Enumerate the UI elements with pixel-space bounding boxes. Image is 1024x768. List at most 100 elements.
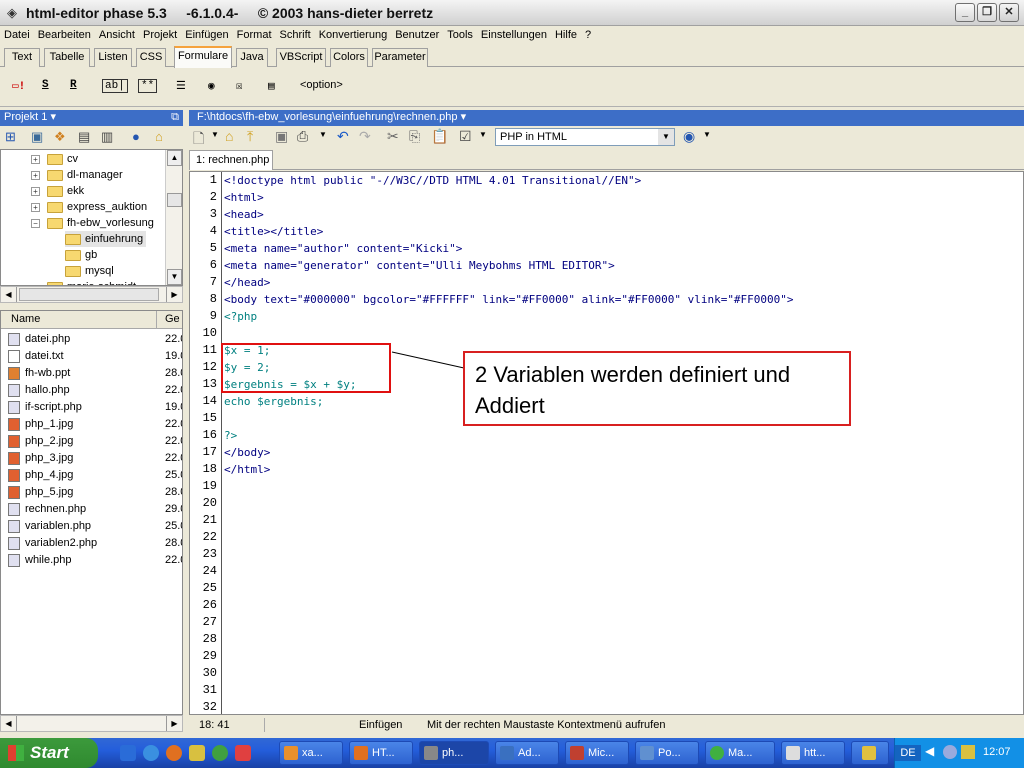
check-icon[interactable]: ☑ (459, 128, 472, 145)
tree-item-cv[interactable]: cv (47, 151, 78, 167)
tree-item-einfuehrung[interactable]: einfuehrung (65, 231, 147, 247)
syntax-mode-select[interactable]: PHP in HTML ▼ (495, 128, 675, 146)
scroll-thumb[interactable] (19, 288, 159, 301)
tree-item-mysql[interactable]: mysql (65, 263, 114, 279)
code-line[interactable]: </body> (224, 446, 270, 459)
menu-datei[interactable]: Datei (0, 26, 34, 44)
image-icon[interactable]: ▣ (31, 129, 43, 145)
tab-tabelle[interactable]: Tabelle (44, 48, 90, 67)
code-line[interactable]: <meta name="author" content="Kicki"> (224, 242, 462, 255)
menu-schrift[interactable]: Schrift (276, 26, 315, 44)
scroll-thumb[interactable] (167, 193, 182, 207)
taskbar-item-ad[interactable]: Ad... (495, 741, 559, 765)
code-line[interactable]: </head> (224, 276, 270, 289)
tree-item-gb[interactable]: gb (65, 247, 97, 263)
taskbar-item-mic[interactable]: Mic... (565, 741, 629, 765)
app-quicklaunch-icon[interactable] (235, 745, 251, 761)
tab-css[interactable]: CSS (136, 48, 166, 67)
menu-ansicht[interactable]: Ansicht (95, 26, 139, 44)
collapse-icon[interactable]: − (31, 219, 40, 228)
chevron-down-icon[interactable]: ▼ (479, 130, 487, 139)
person-icon[interactable]: ● (132, 129, 140, 144)
tree-item-marie-schmidt[interactable]: marie-schmidt (47, 279, 136, 285)
code-line[interactable]: <title></title> (224, 225, 323, 238)
menu-einstellungen[interactable]: Einstellungen (477, 26, 551, 44)
files-hscrollbar[interactable]: ◀ ▶ (0, 715, 183, 732)
start-button[interactable]: Start (0, 738, 98, 768)
tab-listen[interactable]: Listen (94, 48, 132, 67)
open-recent-icon[interactable]: ⤒ (247, 128, 253, 145)
menu-hilfe[interactable]: Hilfe (551, 26, 581, 44)
textarea-icon[interactable]: ☰ (176, 79, 186, 93)
expand-icon[interactable]: + (31, 187, 40, 196)
password-icon[interactable]: ** (138, 79, 158, 93)
column-divider[interactable] (156, 311, 157, 329)
chevron-down-icon[interactable]: ▼ (211, 130, 219, 139)
file-row[interactable]: variablen.php 25.0 (1, 518, 182, 535)
code-line[interactable]: </html> (224, 463, 270, 476)
submit-icon[interactable]: S (42, 79, 49, 91)
code-line[interactable]: <?php (224, 310, 257, 323)
list-icon[interactable]: ▤ (78, 129, 90, 145)
folders-icon[interactable]: ❖ (54, 129, 66, 145)
code-editor[interactable]: 1 2 3 4 5 6 7 8 9 10 11 12 13 14 15 16 17 18 19 20 21 22 23 24 2… (189, 171, 1024, 715)
tab-colors[interactable]: Colors (330, 48, 368, 67)
code-line[interactable]: echo $ergebnis; (224, 395, 323, 408)
file-row[interactable]: if-script.php 19.0 (1, 399, 182, 416)
print-icon[interactable]: ⎙ (297, 128, 308, 145)
editor-quicklaunch-icon[interactable] (189, 745, 205, 761)
tree-scrollbar[interactable]: ▲ ▼ (165, 150, 182, 285)
expand-icon[interactable]: + (31, 155, 40, 164)
chevron-down-icon[interactable]: ▼ (703, 130, 711, 139)
media-icon[interactable] (212, 745, 228, 761)
paste-icon[interactable]: 📋 (431, 128, 448, 145)
form-icon[interactable]: ▭! (12, 79, 25, 93)
tree-item-fh-ebw-vorlesung[interactable]: fh-ebw_vorlesung (47, 215, 154, 231)
cut-icon[interactable]: ✂ (387, 128, 399, 145)
column-name[interactable]: Name (11, 313, 40, 325)
redo-icon[interactable]: ↷ (359, 128, 371, 145)
menu-tools[interactable]: Tools (443, 26, 477, 44)
tree-view-icon[interactable]: ⊞ (5, 129, 16, 145)
menu-einfuegen[interactable]: Einfügen (181, 26, 232, 44)
select-icon[interactable]: ▤ (268, 79, 275, 93)
option-button[interactable]: <option> (300, 79, 343, 91)
tray-expand-icon[interactable]: ◀ (925, 744, 934, 758)
scroll-left-icon[interactable]: ◀ (1, 716, 17, 731)
file-row[interactable]: variablen2.php 28.0 (1, 535, 182, 552)
menu-benutzer[interactable]: Benutzer (391, 26, 443, 44)
save-icon[interactable]: ▣ (275, 128, 288, 145)
code-line[interactable]: ?> (224, 429, 237, 442)
file-row[interactable]: php_2.jpg 22.0 (1, 433, 182, 450)
file-row[interactable]: fh-wb.ppt 28.0 (1, 365, 182, 382)
pin-icon[interactable]: ⧉ (171, 110, 179, 125)
code-line[interactable]: <!doctype html public "-//W3C//DTD HTML … (224, 174, 641, 187)
quicklaunch-icon[interactable] (120, 745, 136, 761)
scroll-down-icon[interactable]: ▼ (167, 269, 182, 285)
radio-icon[interactable]: ◉ (208, 79, 215, 93)
scroll-left-icon[interactable]: ◀ (1, 287, 17, 302)
language-indicator[interactable]: DE (895, 745, 921, 761)
undo-icon[interactable]: ↶ (337, 128, 349, 145)
chevron-down-icon[interactable]: ▾ (50, 111, 56, 123)
taskbar-item-xampp[interactable]: xa... (279, 741, 343, 765)
taskbar-item-ht[interactable]: HT... (349, 741, 413, 765)
column-size[interactable]: Ge (165, 313, 180, 325)
menu-bearbeiten[interactable]: Bearbeiten (34, 26, 95, 44)
tray-app-icon[interactable] (961, 745, 975, 759)
code-line[interactable]: <head> (224, 208, 264, 221)
ie-icon[interactable] (143, 745, 159, 761)
tab-text[interactable]: Text (4, 48, 40, 67)
taskbar-item-ph[interactable]: ph... (419, 741, 489, 765)
code-line[interactable]: <body text="#000000" bgcolor="#FFFFFF" l… (224, 293, 794, 306)
open-folder-icon[interactable]: ⌂ (155, 129, 163, 144)
file-row[interactable]: rechnen.php 29.0 (1, 501, 182, 518)
tree-item-ekk[interactable]: ekk (47, 183, 84, 199)
code-line[interactable]: <meta name="generator" content="Ulli Mey… (224, 259, 615, 272)
tab-parameter[interactable]: Parameter (372, 48, 428, 67)
network-icon[interactable] (943, 745, 957, 759)
minimize-button[interactable]: _ (955, 3, 975, 22)
taskbar-item-po[interactable]: Po... (635, 741, 699, 765)
copy-icon[interactable]: ⎘ (409, 128, 420, 145)
menu-format[interactable]: Format (233, 26, 276, 44)
